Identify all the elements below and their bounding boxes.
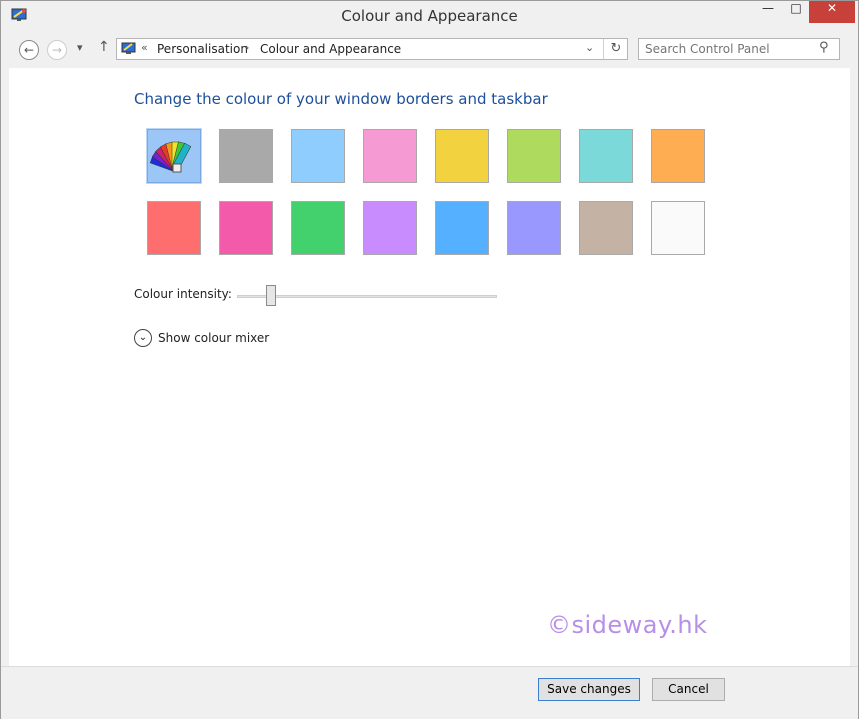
forward-button[interactable]: → <box>47 40 67 60</box>
colour-intensity-thumb[interactable] <box>265 285 276 306</box>
watermark: ©sideway.hk <box>547 611 708 639</box>
back-button[interactable]: ← <box>19 40 39 60</box>
breadcrumb-colour-and-appearance[interactable]: Colour and Appearance <box>260 42 401 56</box>
breadcrumb-overflow[interactable]: « <box>141 41 148 54</box>
chevron-down-icon[interactable]: ⌄ <box>585 41 594 54</box>
colour-intensity-slider[interactable] <box>237 295 497 298</box>
colour-swatch[interactable] <box>363 201 417 255</box>
control-panel-icon <box>121 42 136 54</box>
colour-swatch[interactable] <box>507 201 561 255</box>
navigation-bar: ← → ▾ ↑ « Personalisation › Colour and A… <box>1 32 858 68</box>
title-bar: Colour and Appearance — □ ✕ <box>1 1 858 32</box>
colour-swatch[interactable] <box>435 129 489 183</box>
page-heading: Change the colour of your window borders… <box>134 90 548 108</box>
footer: Save changes Cancel <box>1 666 858 719</box>
arrow-right-icon: → <box>51 43 63 57</box>
colour-swatch[interactable] <box>579 129 633 183</box>
search-box[interactable]: ⚲ <box>638 38 840 60</box>
colour-palette-icon <box>149 141 192 173</box>
address-bar[interactable]: « Personalisation › Colour and Appearanc… <box>116 38 628 60</box>
arrow-up-icon: ↑ <box>98 39 110 55</box>
colour-swatch[interactable] <box>363 129 417 183</box>
show-colour-mixer-label: Show colour mixer <box>158 331 270 345</box>
colour-swatch[interactable] <box>435 201 489 255</box>
colour-swatch[interactable] <box>291 129 345 183</box>
window-title: Colour and Appearance <box>341 7 518 25</box>
minimize-button[interactable]: — <box>753 1 783 23</box>
maximize-button[interactable]: □ <box>781 1 811 23</box>
close-button[interactable]: ✕ <box>809 1 855 23</box>
colour-swatch[interactable] <box>219 201 273 255</box>
window: Colour and Appearance — □ ✕ ← → ▾ ↑ « Pe… <box>0 0 859 719</box>
recent-locations-button[interactable]: ▾ <box>77 41 83 54</box>
content-area: Change the colour of your window borders… <box>9 68 850 666</box>
save-changes-button[interactable]: Save changes <box>538 678 640 701</box>
search-input[interactable] <box>645 41 815 57</box>
breadcrumb-personalisation[interactable]: Personalisation <box>157 42 248 56</box>
search-icon[interactable]: ⚲ <box>819 40 829 55</box>
colour-swatch[interactable] <box>147 201 201 255</box>
colour-swatch[interactable] <box>651 201 705 255</box>
colour-swatch[interactable] <box>507 129 561 183</box>
refresh-icon[interactable]: ↻ <box>603 39 628 59</box>
colour-intensity-label: Colour intensity: <box>134 287 232 301</box>
chevron-down-icon: ▾ <box>77 41 83 54</box>
colour-swatch[interactable] <box>579 201 633 255</box>
chevron-down-icon: ⌄ <box>134 329 152 347</box>
colour-swatch[interactable] <box>146 128 202 184</box>
up-button[interactable]: ↑ <box>98 39 110 55</box>
colour-swatch[interactable] <box>651 129 705 183</box>
cancel-button[interactable]: Cancel <box>652 678 725 701</box>
colour-swatch[interactable] <box>219 129 273 183</box>
chevron-right-icon[interactable]: › <box>245 41 249 54</box>
arrow-left-icon: ← <box>23 43 35 57</box>
colour-swatch[interactable] <box>291 201 345 255</box>
